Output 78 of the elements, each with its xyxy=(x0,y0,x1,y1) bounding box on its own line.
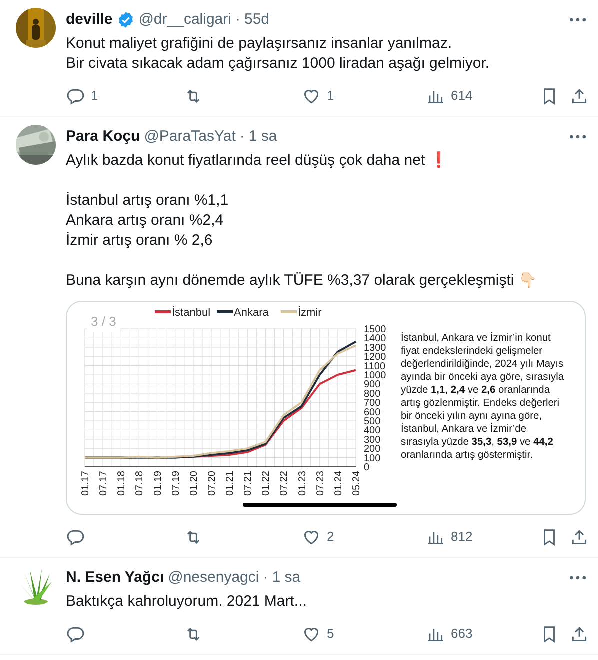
x-tick-label: 07.17 xyxy=(98,471,110,496)
x-tick-label: 01.17 xyxy=(80,471,92,496)
timestamp[interactable]: 55d xyxy=(244,10,270,30)
author-name[interactable]: deville xyxy=(66,10,113,30)
views-button[interactable]: 614 xyxy=(426,86,473,106)
share-icon xyxy=(570,528,589,546)
x-tick-label: 07.20 xyxy=(206,471,218,496)
x-tick-label: 01.20 xyxy=(188,471,200,496)
author-handle[interactable]: @nesenyagci xyxy=(168,568,260,588)
author-handle[interactable]: @dr__caligari xyxy=(138,10,232,30)
legend-swatch xyxy=(217,310,233,314)
separator-dot: · xyxy=(263,568,268,588)
like-button[interactable]: 2 xyxy=(302,527,334,547)
y-tick-label: 1500 xyxy=(364,324,386,336)
author-handle[interactable]: @ParaTasYat xyxy=(144,127,236,147)
y-tick-label: 900 xyxy=(364,380,381,391)
y-tick-label: 700 xyxy=(364,398,381,410)
author-name[interactable]: N. Esen Yağcı xyxy=(66,568,164,588)
x-tick-label: 05.24 xyxy=(352,471,362,496)
timestamp[interactable]: 1 sa xyxy=(272,568,301,588)
y-tick-label: 300 xyxy=(364,434,381,446)
x-tick-label: 07.23 xyxy=(315,471,326,496)
like-button[interactable]: 5 xyxy=(302,624,334,644)
reply-icon xyxy=(66,86,85,106)
legend-swatch xyxy=(281,310,297,314)
y-tick-label: 500 xyxy=(364,416,381,428)
y-tick-label: 1100 xyxy=(364,361,386,372)
legend-swatch xyxy=(155,310,171,314)
share-button[interactable] xyxy=(570,528,589,546)
author-name[interactable]: Para Koçu xyxy=(66,127,140,147)
y-tick-label: 1000 xyxy=(364,370,386,382)
tweet-text: İstanbul artış oranı %1,1 Ankara artış oranı %2,4 İzmir artış oranı % 2,6 xyxy=(66,191,230,251)
x-tick-label: 01.19 xyxy=(152,471,164,496)
more-icon xyxy=(570,18,586,22)
views-button[interactable]: 663 xyxy=(426,624,473,644)
y-tick-label: 1300 xyxy=(364,342,386,354)
x-tick-label: 07.19 xyxy=(170,471,182,496)
x-tick-label: 01.21 xyxy=(225,471,236,496)
y-tick-label: 800 xyxy=(364,388,381,400)
x-tick-label: 01.24 xyxy=(333,471,344,496)
x-tick-label: 07.21 xyxy=(243,471,254,496)
reply-icon xyxy=(66,624,85,644)
y-tick-label: 200 xyxy=(364,444,381,456)
y-tick-label: 100 xyxy=(364,453,381,464)
more-icon xyxy=(570,576,586,580)
legend-label: Ankara xyxy=(234,307,269,319)
legend-label: İzmir xyxy=(298,307,322,319)
share-button[interactable] xyxy=(570,624,589,644)
reply-button[interactable] xyxy=(66,528,85,546)
x-tick-label: 01.18 xyxy=(116,471,128,496)
reply-icon xyxy=(66,528,85,546)
share-icon xyxy=(570,624,589,644)
like-button[interactable]: 1 xyxy=(302,86,334,106)
y-tick-label: 1200 xyxy=(364,352,386,364)
x-tick-label: 07.18 xyxy=(134,471,146,496)
views-button[interactable]: 812 xyxy=(426,527,473,547)
chart-caption: İstanbul, Ankara ve İzmir’in konut fiyat endekslerindeki gelişmeler değerlendirildiğinde, 2024 yılı Mayıs ayında bir önceki aya göre, sırasıyla yüzde 1,1, 2,4 ve 2,6 oranlarında artış gözlenmiştir. Endeks değerleri bir önceki yılın aynı ayına göre, İstanbul, Ankara ve İzmir’de sırasıyla yüzde 35,3, 53,9 ve 44,2 oranlarında artış göstermiştir. xyxy=(401,332,566,463)
tweet-text: Konut maliyet grafiğini de paylaşırsanız insanlar yanılmaz. Bir civata sıkacak adam çağırsanız 1000 liradan aşağı gelmiyor. xyxy=(66,34,491,74)
x-tick-label: 07.22 xyxy=(279,471,290,496)
share-button[interactable] xyxy=(570,86,589,106)
y-tick-label: 600 xyxy=(364,407,381,418)
reply-button[interactable] xyxy=(66,624,85,644)
media-card[interactable] xyxy=(66,301,586,515)
reply-button[interactable]: 1 xyxy=(66,86,98,106)
more-icon xyxy=(570,134,586,139)
tweet-text: Baktıkça kahroluyorum. 2021 Mart... xyxy=(66,592,308,612)
timestamp[interactable]: 1 sa xyxy=(248,127,278,147)
legend-label: İstanbul xyxy=(172,307,211,319)
share-icon xyxy=(570,86,589,106)
separator-dot: · xyxy=(240,127,245,147)
tweet-text: Buna karşın aynı dönemde aylık TÜFE %3,37 olarak gerçekleşmişti 👇🏻 xyxy=(66,271,538,291)
y-tick-label: 1400 xyxy=(364,334,386,345)
y-tick-label: 0 xyxy=(364,462,370,474)
tweet-text: Aylık bazda konut fiyatlarında reel düşüş çok daha net ❗ xyxy=(66,151,450,171)
y-tick-label: 400 xyxy=(364,426,381,437)
x-tick-label: 01.23 xyxy=(297,471,308,496)
separator-dot: · xyxy=(235,10,240,30)
x-tick-label: 01.22 xyxy=(261,471,272,496)
